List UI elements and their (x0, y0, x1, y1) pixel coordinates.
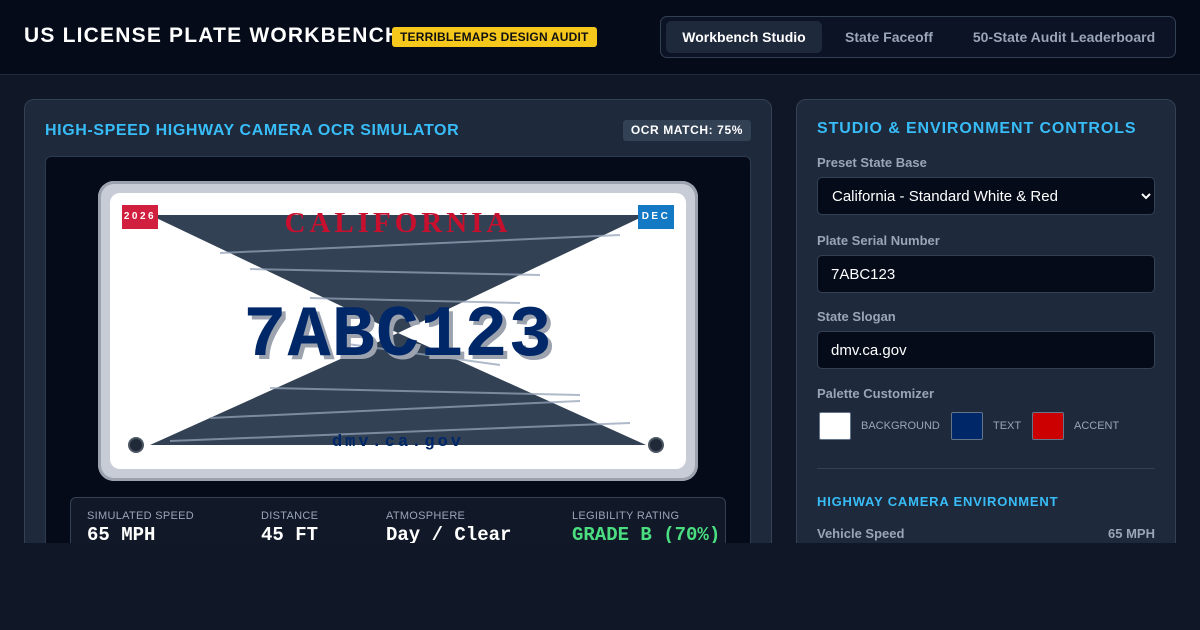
plate-frame: 2026 DEC CALIFORNIA 7ABC123 dmv.ca.gov (98, 181, 698, 481)
stat-atmosphere-label: ATMOSPHERE (386, 510, 466, 522)
serial-label: Plate Serial Number (817, 233, 940, 248)
stat-legibility-label: LEGIBILITY RATING (572, 510, 680, 522)
simulator-heading: HIGH-SPEED HIGHWAY CAMERA OCR SIMULATOR (45, 122, 460, 139)
tab-workbench-studio[interactable]: Workbench Studio (666, 21, 822, 53)
top-bar: US LICENSE PLATE WORKBENCH TERRIBLEMAPS … (0, 0, 1200, 75)
tab-audit-leaderboard[interactable]: 50-State Audit Leaderboard (957, 21, 1171, 53)
text-swatch-label: TEXT (993, 420, 1022, 432)
preset-state-select[interactable]: California - Standard White & Red (817, 177, 1155, 215)
view-tabs: Workbench Studio State Faceoff 50-State … (660, 16, 1176, 58)
ocr-simulator-panel: HIGH-SPEED HIGHWAY CAMERA OCR SIMULATOR … (24, 99, 772, 569)
text-color-swatch[interactable] (951, 412, 983, 440)
vehicle-speed-value: 65 MPH (1108, 526, 1155, 541)
license-plate: 2026 DEC CALIFORNIA 7ABC123 dmv.ca.gov (110, 193, 686, 469)
background-swatch-label: BACKGROUND (861, 420, 940, 432)
accent-color-swatch[interactable] (1032, 412, 1064, 440)
stat-speed-label: SIMULATED SPEED (87, 510, 194, 522)
slogan-input[interactable] (817, 331, 1155, 369)
plate-state-name: CALIFORNIA (284, 207, 512, 239)
palette-label: Palette Customizer (817, 386, 935, 401)
accent-swatch-label: ACCENT (1074, 420, 1120, 432)
tab-state-faceoff[interactable]: State Faceoff (829, 21, 949, 53)
slogan-label: State Slogan (817, 309, 896, 324)
environment-heading: HIGHWAY CAMERA ENVIRONMENT (817, 494, 1059, 509)
stat-distance-label: DISTANCE (261, 510, 319, 522)
vehicle-speed-label: Vehicle Speed (817, 526, 905, 541)
controls-heading: STUDIO & ENVIRONMENT CONTROLS (817, 120, 1137, 137)
ocr-match-badge: OCR MATCH: 75% (622, 120, 751, 141)
section-divider (817, 468, 1155, 469)
bolt-left-icon (128, 437, 144, 453)
app-title: US LICENSE PLATE WORKBENCH (24, 24, 402, 47)
controls-panel: STUDIO & ENVIRONMENT CONTROLS Preset Sta… (796, 99, 1176, 569)
serial-input[interactable] (817, 255, 1155, 293)
background-color-swatch[interactable] (819, 412, 851, 440)
viewport-cutoff (0, 543, 1200, 630)
bolt-right-icon (648, 437, 664, 453)
vehicle-speed-row: Vehicle Speed 65 MPH (817, 526, 1155, 541)
camera-view: 2026 DEC CALIFORNIA 7ABC123 dmv.ca.gov S… (45, 156, 751, 568)
preset-label: Preset State Base (817, 155, 927, 170)
audit-badge: TERRIBLEMAPS DESIGN AUDIT (392, 27, 597, 47)
plate-serial: 7ABC123 (243, 295, 553, 377)
plate-slogan: dmv.ca.gov (331, 433, 465, 452)
